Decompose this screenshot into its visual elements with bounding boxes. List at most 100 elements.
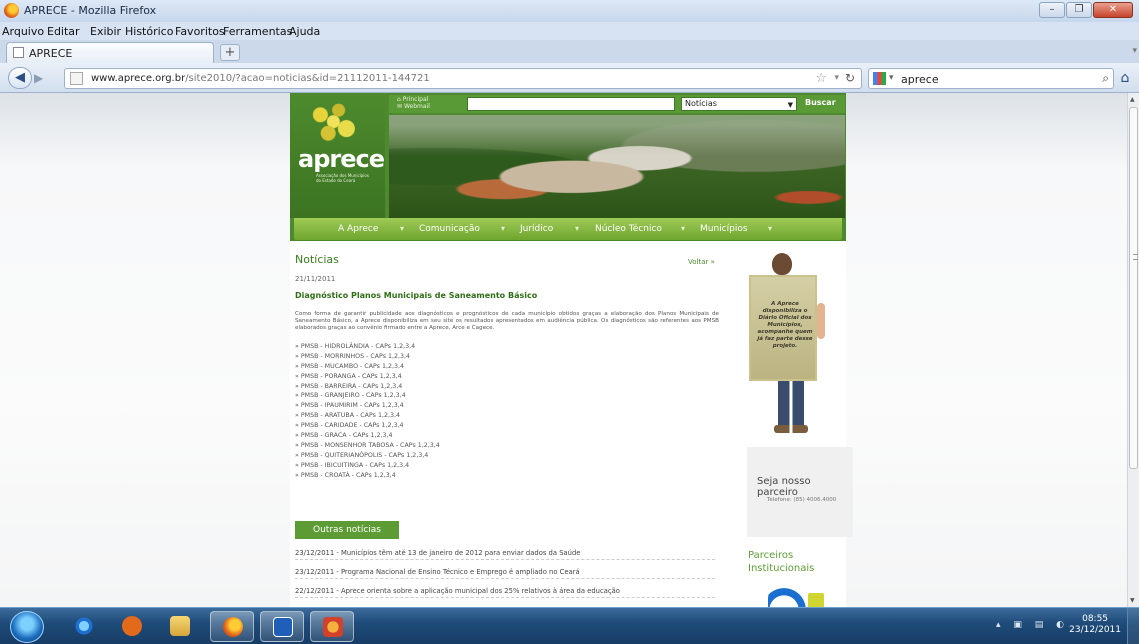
taskbar-firefox[interactable] bbox=[210, 611, 254, 642]
show-desktop-button[interactable] bbox=[1127, 608, 1139, 644]
scrollbar-thumb[interactable] bbox=[1129, 107, 1138, 469]
list-item[interactable]: » PMSB - MORRINHOS - CAPs 1,2,3,4 bbox=[295, 353, 595, 363]
scroll-up-icon[interactable]: ▲ bbox=[1130, 96, 1135, 103]
list-item[interactable]: » PMSB - PORANGA - CAPs 1,2,3,4 bbox=[295, 373, 595, 383]
nav-juridico[interactable]: Jurídico bbox=[520, 224, 553, 234]
menu-arquivo[interactable]: Arquivo bbox=[2, 25, 44, 38]
list-item[interactable]: 23/12/2011 - Municípios têm até 13 de ja… bbox=[295, 549, 715, 560]
list-item[interactable]: » PMSB - GRANJEIRO - CAPs 1,2,3,4 bbox=[295, 392, 595, 402]
search-input[interactable]: aprece bbox=[901, 73, 939, 86]
firefox-icon bbox=[223, 617, 243, 637]
aprece-page: aprece Associação dos Municípios do Estad… bbox=[290, 93, 853, 607]
nav-nucleo-tecnico[interactable]: Núcleo Técnico bbox=[595, 224, 662, 234]
nav-municipios[interactable]: Municípios bbox=[700, 224, 748, 234]
logo-subtitle: Associação dos Municípios do Estado do Ce… bbox=[316, 173, 369, 183]
link-webmail[interactable]: ✉ Webmail bbox=[397, 103, 430, 110]
menu-editar[interactable]: Editar bbox=[47, 25, 80, 38]
list-item[interactable]: » PMSB - ARATUBA - CAPs 1,2,3,4 bbox=[295, 412, 595, 422]
taskbar-paint[interactable] bbox=[310, 611, 354, 642]
list-item[interactable]: » PMSB - IBICUITINGA - CAPs 1,2,3,4 bbox=[295, 462, 595, 472]
news-title: Diagnóstico Planos Municipais de Saneame… bbox=[295, 291, 538, 300]
banner-text: A Aprece disponibiliza o Diário Oficial … bbox=[757, 301, 813, 349]
list-item[interactable]: » PMSB - CARIDADE - CAPs 1,2,3,4 bbox=[295, 422, 595, 432]
list-item[interactable]: » PMSB - QUITERIANÓPOLIS - CAPs 1,2,3,4 bbox=[295, 452, 595, 462]
engine-dropdown-icon[interactable]: ▾ bbox=[889, 73, 894, 83]
taskbar-media[interactable] bbox=[110, 611, 154, 642]
menu-bar: Arquivo Editar Exibir Histórico Favorito… bbox=[0, 22, 1139, 40]
forward-button[interactable]: ▶ bbox=[34, 70, 56, 86]
select-arrow-icon: ▼ bbox=[787, 101, 793, 109]
search-bar[interactable]: ▾ aprece ⌕ bbox=[868, 68, 1114, 89]
pmsb-list: » PMSB - HIDROLÂNDIA - CAPs 1,2,3,4 » PM… bbox=[295, 343, 595, 481]
search-icon[interactable]: ⌕ bbox=[1102, 71, 1109, 86]
parceiro-title: Seja nosso parceiro bbox=[757, 476, 811, 498]
banner-person-legs bbox=[778, 381, 804, 431]
home-button[interactable]: ⌂ bbox=[1115, 68, 1135, 89]
internet-explorer-icon bbox=[74, 616, 94, 636]
voltar-link[interactable]: Voltar » bbox=[688, 258, 715, 266]
parceiros-institucionais-heading: Parceiros Institucionais bbox=[748, 550, 815, 574]
ceara-map-icon bbox=[310, 101, 362, 147]
bookmark-star-icon[interactable]: ☆ bbox=[815, 71, 827, 86]
vertical-scrollbar[interactable]: ▲ ▼ bbox=[1127, 93, 1139, 607]
list-item[interactable]: » PMSB - IPAUMIRIM - CAPs 1,2,3,4 bbox=[295, 402, 595, 412]
outras-noticias-header[interactable]: Outras notícias bbox=[295, 521, 399, 539]
logo-wordmark: aprece bbox=[298, 145, 385, 173]
close-button[interactable]: ✕ bbox=[1093, 2, 1133, 18]
list-item[interactable]: 23/12/2011 - Programa Nacional de Ensino… bbox=[295, 568, 715, 579]
taskbar-explorer[interactable] bbox=[158, 611, 202, 642]
news-body: Como forma de garantir publicidade aos d… bbox=[295, 311, 719, 331]
aprece-logo[interactable]: aprece Associação dos Municípios do Estad… bbox=[290, 93, 385, 218]
link-principal[interactable]: ⌂ Principal bbox=[397, 96, 430, 103]
back-button[interactable]: ◀ bbox=[8, 67, 32, 89]
site-search-button[interactable]: Buscar bbox=[805, 98, 836, 107]
scroll-down-icon[interactable]: ▼ bbox=[1130, 597, 1135, 604]
taskbar-ie[interactable] bbox=[62, 611, 106, 642]
news-date: 21/11/2011 bbox=[295, 275, 336, 283]
menu-favoritos[interactable]: Favoritos bbox=[175, 25, 225, 38]
list-item[interactable]: » PMSB - CROATÁ - CAPs 1,2,3,4 bbox=[295, 472, 595, 482]
partner-logo[interactable] bbox=[768, 583, 808, 607]
menu-ferramentas[interactable]: Ferramentas bbox=[223, 25, 292, 38]
site-search-input[interactable] bbox=[467, 97, 675, 111]
navigation-toolbar: ◀ ▶ www.aprece.org.br/site2010/?acao=not… bbox=[0, 63, 1139, 93]
site-header: aprece Associação dos Municípios do Estad… bbox=[290, 93, 846, 241]
seja-parceiro-box[interactable]: Seja nosso parceiro Telefone: (85) 4006.… bbox=[747, 447, 853, 537]
reload-icon[interactable]: ↻ bbox=[845, 71, 855, 85]
google-engine-icon[interactable] bbox=[873, 72, 886, 85]
minimize-button[interactable]: – bbox=[1039, 2, 1065, 18]
list-item[interactable]: » PMSB - BARREIRA - CAPs 1,2,3,4 bbox=[295, 383, 595, 393]
site-nav-menu: A Aprece ▾ Comunicação ▾ Jurídico ▾ Núcl… bbox=[294, 218, 842, 240]
list-item[interactable]: » PMSB - GRACA - CAPs 1,2,3,4 bbox=[295, 432, 595, 442]
media-player-icon bbox=[122, 616, 142, 636]
url-bar[interactable]: www.aprece.org.br/site2010/?acao=noticia… bbox=[64, 68, 862, 89]
clock-date: 23/12/2011 bbox=[1069, 625, 1121, 635]
nav-comunicacao[interactable]: Comunicação bbox=[419, 224, 480, 234]
partner-logo-accent bbox=[808, 593, 824, 607]
window-title: APRECE - Mozilla Firefox bbox=[24, 4, 157, 17]
tab-label: APRECE bbox=[29, 47, 73, 60]
menu-ajuda[interactable]: Ajuda bbox=[289, 25, 320, 38]
taskbar-word[interactable] bbox=[260, 611, 304, 642]
tab-list-chevron-icon[interactable]: ▾ bbox=[1132, 46, 1137, 56]
url-text: www.aprece.org.br/site2010/?acao=noticia… bbox=[91, 73, 430, 84]
new-tab-button[interactable]: + bbox=[220, 44, 240, 61]
site-search-select[interactable]: Notícias ▼ bbox=[681, 97, 797, 111]
url-dropdown-icon[interactable]: ▾ bbox=[834, 73, 839, 83]
maximize-button[interactable]: ❐ bbox=[1066, 2, 1092, 18]
list-item[interactable]: 22/12/2011 - Aprece orienta sobre a apli… bbox=[295, 587, 715, 598]
start-button[interactable] bbox=[10, 611, 44, 643]
menu-exibir[interactable]: Exibir bbox=[90, 25, 121, 38]
menu-historico[interactable]: Histórico bbox=[125, 25, 173, 38]
nav-a-aprece[interactable]: A Aprece bbox=[338, 224, 378, 234]
taskbar-clock[interactable]: 08:55 23/12/2011 bbox=[1069, 614, 1121, 636]
tab-strip: APRECE + ▾ bbox=[0, 40, 1139, 63]
system-tray[interactable]: ▴ ▣ ▤ ◐ bbox=[996, 620, 1069, 630]
diario-oficial-banner[interactable]: A Aprece disponibiliza o Diário Oficial … bbox=[749, 275, 817, 381]
list-item[interactable]: » PMSB - HIDROLÂNDIA - CAPs 1,2,3,4 bbox=[295, 343, 595, 353]
list-item[interactable]: » PMSB - MONSENHOR TABOSA - CAPs 1,2,3,4 bbox=[295, 442, 595, 452]
header-photo bbox=[389, 115, 845, 218]
list-item[interactable]: » PMSB - MUCAMBO - CAPs 1,2,3,4 bbox=[295, 363, 595, 373]
site-identity-icon[interactable] bbox=[70, 72, 83, 85]
tab-aprece[interactable]: APRECE bbox=[6, 42, 214, 63]
